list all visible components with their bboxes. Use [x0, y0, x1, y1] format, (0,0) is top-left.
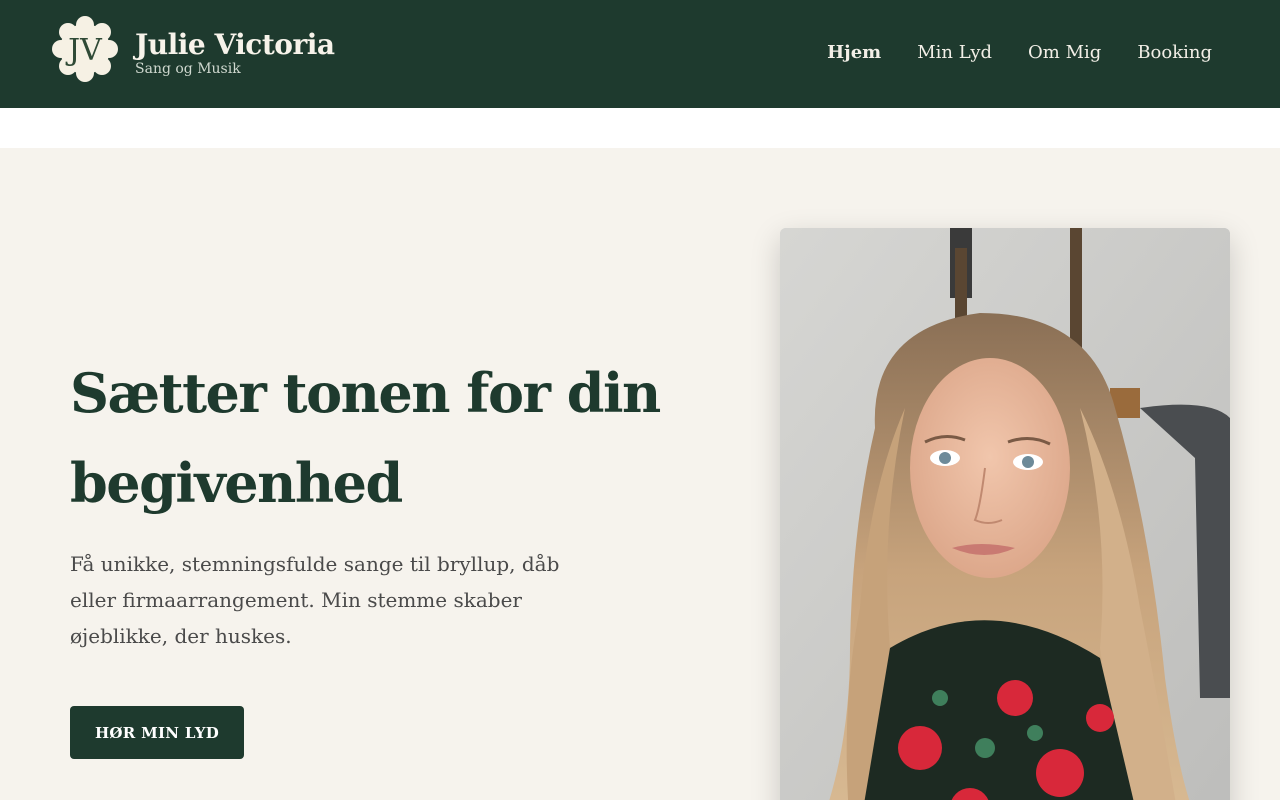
hero-intro: Få unikke, stemningsfulde sange til bryl… [70, 552, 560, 648]
site-header: JV Julie Victoria Sang og Musik Hjem Min… [0, 0, 1280, 108]
portrait-photo [780, 228, 1230, 800]
portrait-illustration [780, 228, 1230, 800]
listen-button[interactable]: HØR MIN LYD [70, 706, 244, 759]
hero-section: Sætter tonen for din begivenhed Få unikk… [0, 148, 1280, 800]
nav-link-om-mig[interactable]: Om Mig [1028, 38, 1101, 68]
nav-link-booking[interactable]: Booking [1137, 38, 1212, 68]
nav-link-hjem[interactable]: Hjem [827, 38, 881, 68]
main-nav: Hjem Min Lyd Om Mig Booking [827, 38, 1212, 68]
logo-monogram: JV [65, 33, 103, 68]
logo-icon: JV [52, 16, 118, 82]
logo-badge[interactable]: JV [52, 16, 118, 82]
brand-tagline: Sang og Musik [135, 61, 241, 77]
nav-link-min-lyd[interactable]: Min Lyd [917, 38, 992, 68]
hero-headline: Sætter tonen for din begivenhed [70, 361, 661, 515]
